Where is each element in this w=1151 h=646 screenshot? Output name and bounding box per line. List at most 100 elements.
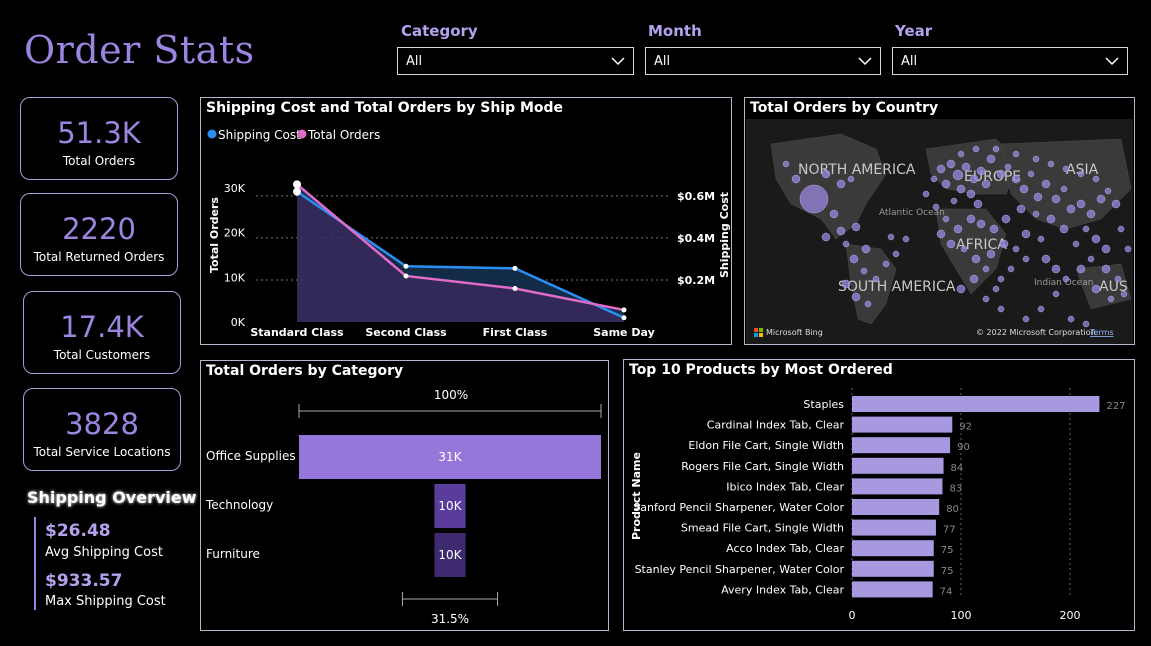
total-orders-legend-dot: [297, 129, 307, 139]
country-bubble: [851, 222, 861, 232]
top-products-chart-panel[interactable]: Top 10 Products by Most Ordered Product …: [623, 359, 1135, 631]
product-value: 84: [951, 463, 964, 474]
y-right-tick-label: $0.2M: [677, 274, 715, 287]
kpi-label: Total Service Locations: [33, 445, 171, 459]
country-bubble: [986, 154, 996, 164]
product-bar: [852, 457, 944, 474]
country-bubble: [882, 260, 890, 268]
map-terms-link[interactable]: Terms: [1089, 328, 1114, 337]
country-bubble: [1032, 155, 1040, 163]
kpi-label: Total Returned Orders: [33, 250, 165, 264]
country-bubble: [956, 184, 966, 194]
country-bubble: [1076, 264, 1086, 274]
country-bubble: [861, 244, 871, 254]
country-bubble: [973, 199, 983, 209]
bottom-percent-label: 31.5%: [431, 612, 469, 626]
country-bubble: [1117, 225, 1125, 233]
product-label: Eldon File Cart, Single Width: [688, 439, 844, 452]
country-bubble: [1060, 185, 1068, 193]
y-right-tick-label: $0.4M: [677, 232, 715, 245]
product-value: 92: [959, 422, 972, 433]
country-bubble: [836, 226, 846, 236]
year-dropdown[interactable]: All: [892, 47, 1128, 75]
country-bubble: [969, 174, 979, 184]
country-bubble: [1101, 264, 1111, 274]
shipping-overview-divider: [34, 517, 36, 610]
country-bubble: [1111, 199, 1121, 209]
kpi-value: 3828: [65, 407, 139, 441]
category-bar-value: 31K: [438, 450, 462, 464]
country-bubble: [1104, 187, 1112, 195]
product-value: 74: [940, 586, 953, 597]
country-bubble: [872, 275, 880, 283]
x-tick-label: 0: [849, 609, 856, 622]
product-value: 75: [941, 566, 954, 577]
category-dropdown-value: All: [406, 53, 423, 69]
country-bubble: [936, 164, 946, 174]
country-bubble: [922, 190, 930, 198]
country-bubble: [952, 169, 964, 181]
category-bar-value: 10K: [438, 499, 462, 513]
country-bubble: [1062, 275, 1070, 283]
country-bubble: [1096, 194, 1106, 204]
country-bubble: [1091, 234, 1101, 244]
map-panel[interactable]: Total Orders by Country NORTH AMERICA EU…: [744, 97, 1135, 345]
product-label: Rogers File Cart, Single Width: [681, 460, 844, 473]
category-filter-label: Category: [401, 22, 478, 40]
category-dropdown[interactable]: All: [397, 47, 634, 75]
total-orders-point: [621, 307, 627, 313]
country-bubble: [782, 160, 790, 168]
country-bubble: [997, 305, 1005, 313]
category-chart-panel[interactable]: Total Orders by Category 100% 31K Office …: [200, 360, 609, 631]
country-bubble: [992, 285, 1000, 293]
y-left-tick-label: 10K: [224, 271, 246, 284]
category-bar-value: 10K: [438, 548, 462, 562]
map-copyright: © 2022 Microsoft Corporation: [976, 328, 1096, 337]
country-bubble: [860, 267, 868, 275]
month-dropdown[interactable]: All: [645, 47, 881, 75]
ship-mode-chart-panel[interactable]: Shipping Cost and Total Orders by Ship M…: [200, 97, 732, 345]
x-tick-label: Same Day: [593, 326, 654, 339]
country-bubble: [992, 145, 1000, 153]
product-label: Avery Index Tab, Clear: [721, 583, 844, 596]
country-bubble: [1033, 192, 1043, 202]
product-label: Smead File Cart, Single Width: [681, 522, 844, 535]
y-axis-left-label: Total Orders: [208, 197, 221, 273]
legend-shipping-cost: Shipping Cost: [218, 128, 301, 142]
max-shipping-cost-label: Max Shipping Cost: [45, 594, 166, 609]
product-bar: [852, 416, 953, 433]
product-bar: [852, 396, 1100, 412]
country-bubble: [946, 159, 956, 169]
country-bubble: [1022, 255, 1030, 263]
y-axis-right-label: Shipping Cost: [718, 192, 731, 278]
country-bubble: [950, 197, 958, 205]
country-bubble: [953, 224, 963, 234]
country-bubble: [1076, 199, 1086, 209]
country-bubble: [942, 215, 950, 223]
country-bubble: [1062, 165, 1070, 173]
y-axis-label: Product Name: [630, 452, 643, 540]
product-value: 77: [943, 525, 956, 536]
country-bubble: [1021, 229, 1031, 239]
y-left-tick-label: 30K: [224, 182, 246, 195]
country-bubble: [976, 166, 986, 176]
country-bubble: [1019, 184, 1029, 194]
country-bubble: [1027, 170, 1035, 178]
country-bubble: [864, 300, 872, 308]
y-left-tick-label: 20K: [224, 227, 246, 240]
country-bubble: [1087, 255, 1095, 263]
category-label: Technology: [205, 498, 273, 512]
country-bubble: [1011, 174, 1021, 184]
world-map[interactable]: NORTH AMERICA EUROPE ASIA SOUTH AMERICA …: [746, 119, 1133, 344]
product-value: 83: [949, 483, 962, 494]
country-bubble: [936, 229, 946, 239]
country-bubble: [1007, 265, 1015, 273]
max-shipping-cost-value: $933.57: [45, 571, 123, 591]
country-bubble: [902, 235, 910, 243]
country-bubble: [847, 175, 855, 183]
shipping-cost-point: [512, 265, 518, 271]
country-bubble: [981, 179, 991, 189]
country-bubble: [849, 254, 859, 264]
country-bubble: [1001, 214, 1011, 224]
legend-total-orders: Total Orders: [307, 128, 380, 142]
